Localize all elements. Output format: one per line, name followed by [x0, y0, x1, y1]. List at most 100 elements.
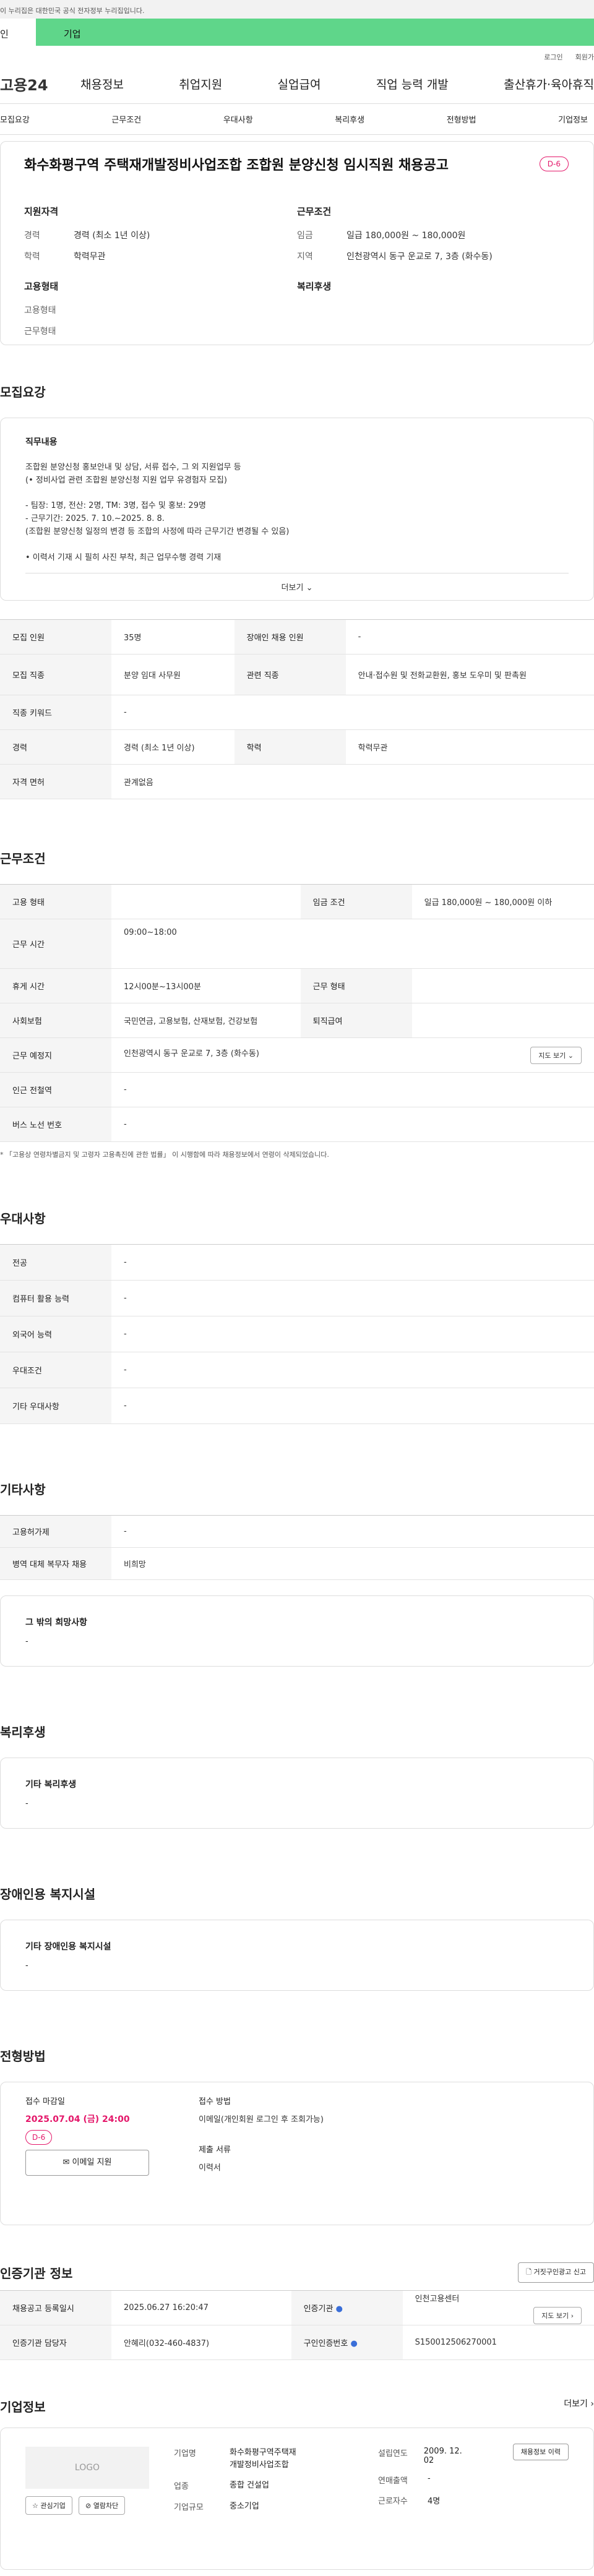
- cell-label: 모집 인원: [0, 619, 111, 655]
- docs-value: 이력서: [199, 2163, 221, 2173]
- deadline-label: 접수 마감일: [25, 2097, 65, 2107]
- cell-value: -: [124, 1120, 127, 1130]
- cell-value: 안혜리(032-460-4837): [124, 2339, 210, 2349]
- more-button[interactable]: 더보기 ⌄: [25, 573, 569, 600]
- table-row: 컴퓨터 활용 능력 -: [0, 1280, 594, 1316]
- gnb-item-unemployment[interactable]: 실업급여: [278, 75, 321, 92]
- map-button[interactable]: 지도 보기 ⌄: [530, 1046, 582, 1064]
- anchor-conditions[interactable]: 근무조건: [111, 113, 141, 125]
- table-row: 전공 -: [0, 1244, 594, 1281]
- welfare-heading: 복리후생: [297, 281, 332, 292]
- other-wishes-box: 그 밖의 희망사항 -: [0, 1595, 594, 1667]
- work-type-label: 근무형태: [24, 327, 56, 337]
- cell-label: 고용허가제: [0, 1515, 111, 1548]
- cell-value: [111, 885, 301, 919]
- dday-badge: D-6: [539, 157, 569, 171]
- info-icon[interactable]: ●: [351, 2339, 358, 2348]
- main-nav: 고용24 채용정보 취업지원 실업급여 직업 능력 개발 출산휴가·육아휴직: [0, 64, 594, 104]
- welfare-box-value: -: [25, 1799, 28, 1809]
- company-name-value: 화수화평구역주택재개발정비사업조합: [230, 2448, 296, 2470]
- table-row: 사회보험 국민연금, 고용보험, 산재보험, 건강보험 퇴직급여: [0, 1003, 594, 1038]
- table-row: 자격 면허 관계없음: [0, 764, 594, 799]
- cell-label: 임금 조건: [300, 884, 412, 919]
- chevron-right-icon: ›: [590, 2399, 594, 2410]
- industry-value: 종합 건설업: [230, 2481, 269, 2491]
- section-recruit: 모집요강: [0, 385, 46, 400]
- section-apply: 전형방법: [0, 2049, 46, 2064]
- table-row: 우대조건 -: [0, 1352, 594, 1388]
- table-row: 직종 키워드 -: [0, 695, 594, 730]
- anchor-preference[interactable]: 우대사항: [223, 113, 253, 125]
- cell-value: 12시00분~13시00분: [124, 982, 201, 992]
- tab-business[interactable]: 기업: [36, 19, 594, 46]
- block-icon: ⊘: [85, 2502, 92, 2510]
- table-row: 인증기관 담당자 안혜리(032-460-4837) 구인인증번호 ● S150012…: [0, 2325, 594, 2360]
- chevron-right-icon: ›: [570, 2311, 574, 2320]
- table-row: 버스 노선 번호 -: [0, 1107, 594, 1142]
- cell-value: -: [124, 1329, 127, 1339]
- table-row: 경력 경력 (최소 1년 이상) 학력 학력무관: [0, 729, 594, 765]
- cell-value: -: [124, 1365, 127, 1375]
- email-apply-button[interactable]: ✉ 이메일 지원: [25, 2150, 149, 2176]
- founded-label: 설립연도: [378, 2449, 408, 2459]
- favorite-company-button[interactable]: ☆ 관심기업: [25, 2496, 72, 2515]
- cell-value: 인천고용센터: [415, 2294, 460, 2304]
- report-label: 거짓구인광고 신고: [533, 2268, 586, 2277]
- info-icon[interactable]: ●: [336, 2304, 343, 2314]
- company-more-link[interactable]: 더보기 ›: [564, 2397, 594, 2415]
- table-row: 모집 직종 분양 임대 사무원 관련 직종 안내·접수원 및 전화교환원, 홍보 도우…: [0, 654, 594, 695]
- cell-value: [412, 1003, 594, 1038]
- anchor-company[interactable]: 기업정보: [558, 113, 588, 125]
- gnb-item-support[interactable]: 취업지원: [179, 75, 222, 92]
- job-history-button[interactable]: 채용정보 이력: [512, 2444, 569, 2461]
- job-description-body: 조합원 분양신청 홍보안내 및 상담, 서류 접수, 그 외 지원업무 등 (•…: [25, 463, 290, 562]
- summary-card: 화수화평구역 주택재개발정비사업조합 조합원 분양신청 임시직원 채용공고 D-…: [0, 141, 594, 345]
- wage-label: 임금: [297, 231, 313, 241]
- employment-heading: 고용형태: [24, 281, 59, 292]
- tab-person[interactable]: 인: [0, 19, 36, 46]
- disability-box: 기타 장애인용 복지시설 -: [0, 1920, 594, 1991]
- anchor-nav: 모집요강 근무조건 우대사항 복리후생 전형방법 기업정보: [0, 104, 594, 135]
- site-logo[interactable]: 고용24: [0, 73, 80, 95]
- cell-label: 근무 시간: [0, 919, 111, 969]
- cell-label: 근무 예정지: [0, 1037, 111, 1073]
- anchor-apply[interactable]: 전형방법: [447, 113, 476, 125]
- more-label: 더보기: [281, 583, 304, 593]
- chevron-down-icon: ⌄: [567, 1051, 574, 1060]
- conditions-table: 고용 형태 임금 조건 일급 180,000원 ~ 180,000원 이하 근무 시…: [0, 884, 594, 1142]
- docs-label: 제출 서류: [199, 2145, 231, 2155]
- education-label: 학력: [24, 252, 40, 262]
- cell-label: 인증기관: [303, 2304, 334, 2314]
- block-view-button[interactable]: ⊘ 열람차단: [79, 2496, 126, 2515]
- cell-label: 퇴직급여: [300, 1003, 412, 1038]
- employees-value: 4명: [428, 2497, 441, 2507]
- anchor-welfare[interactable]: 복리후생: [335, 113, 364, 125]
- login-link[interactable]: 로그인: [544, 52, 562, 64]
- gnb-item-training[interactable]: 직업 능력 개발: [376, 75, 449, 92]
- company-logo: LOGO: [25, 2447, 149, 2489]
- cell-label: 우대조건: [0, 1352, 111, 1388]
- cell-value: 2025.06.27 16:20:47: [124, 2303, 209, 2313]
- anchor-recruit[interactable]: 모집요강: [0, 113, 30, 125]
- education-value: 학력무관: [74, 252, 106, 262]
- company-more-label: 더보기: [564, 2399, 588, 2410]
- scale-value: 중소기업: [230, 2501, 259, 2511]
- document-icon: 🗋: [526, 2268, 532, 2277]
- util-menu: 로그인 회원가: [0, 46, 594, 64]
- cell-value: S150012506270001: [415, 2338, 497, 2348]
- section-conditions: 근무조건: [0, 851, 46, 867]
- cell-value: 35명: [124, 633, 142, 643]
- cell-label: 고용 형태: [0, 884, 111, 919]
- cert-map-button[interactable]: 지도 보기 ›: [533, 2306, 582, 2324]
- cell-value: 안내·접수원 및 전화교환원, 홍보 도우미 및 판촉원: [358, 671, 527, 681]
- job-description-box: 직무내용 조합원 분양신청 홍보안내 및 상담, 서류 접수, 그 외 지원업무…: [0, 418, 594, 601]
- gnb-item-jobs[interactable]: 채용정보: [80, 75, 124, 92]
- cell-label: 인근 전철역: [0, 1072, 111, 1107]
- etc-table: 고용허가제 - 병역 대체 복무자 채용 비희망: [0, 1515, 594, 1580]
- recruit-table: 모집 인원 35명 장애인 채용 인원 - 모집 직종 분양 임대 사무원 관련 직종 안내…: [0, 619, 594, 799]
- cell-label: 사회보험: [0, 1003, 111, 1038]
- gnb-item-leave[interactable]: 출산휴가·육아휴직: [504, 75, 594, 92]
- signup-link[interactable]: 회원가: [575, 52, 594, 64]
- cell-value: 경력 (최소 1년 이상): [124, 744, 195, 753]
- report-false-ad-button[interactable]: 🗋 거짓구인광고 신고: [518, 2262, 594, 2283]
